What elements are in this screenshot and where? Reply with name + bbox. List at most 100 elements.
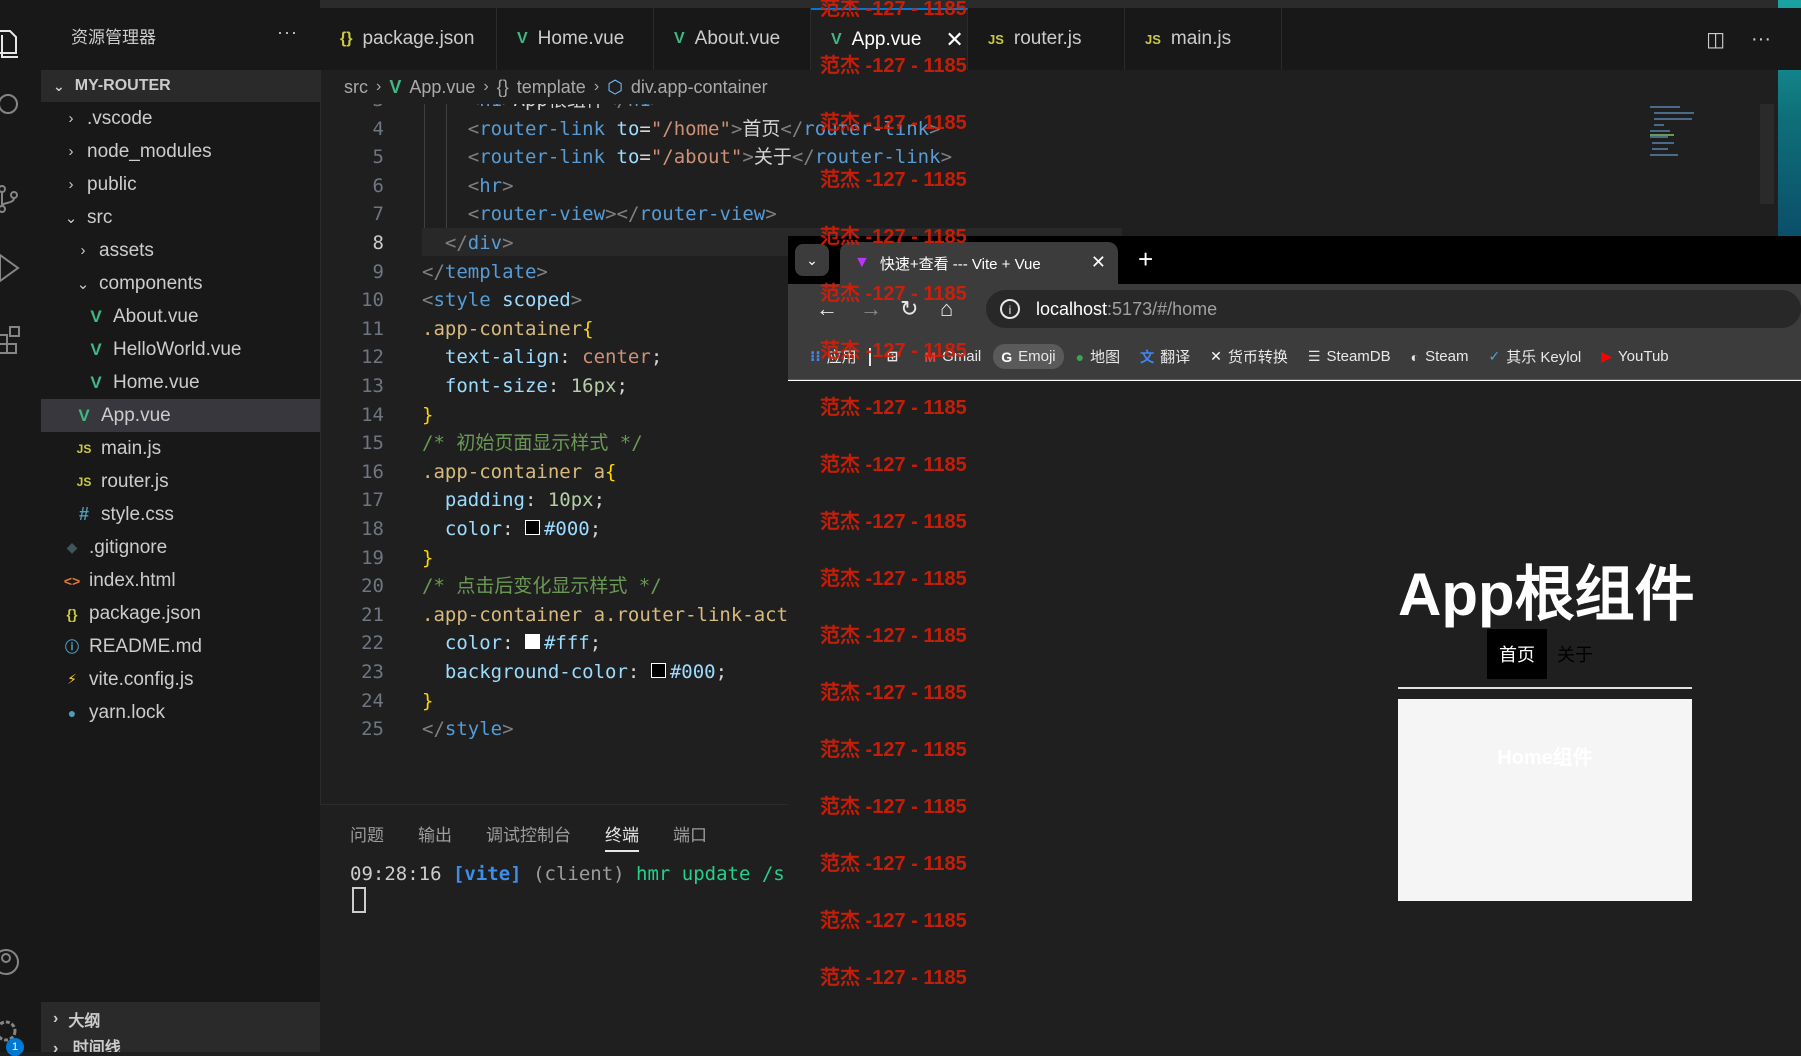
- json-file-icon: {}: [66, 605, 78, 622]
- browser-tab[interactable]: ▼ 快速+查看 --- Vite + Vue ✕: [840, 242, 1118, 284]
- more-actions-icon[interactable]: ···: [277, 22, 298, 43]
- chevron-right-icon: ›: [376, 78, 382, 95]
- minimap[interactable]: [1650, 104, 1730, 164]
- tree-item[interactable]: V Home.vue: [41, 366, 320, 399]
- js-icon: JS: [988, 31, 1004, 47]
- reload-icon[interactable]: ↻: [900, 296, 918, 322]
- js-file-icon: JS: [76, 441, 92, 456]
- tree-item[interactable]: {} package.json: [41, 597, 320, 630]
- bookmark-grid[interactable]: ⊞: [887, 348, 905, 365]
- tree-item[interactable]: V App.vue: [41, 399, 320, 432]
- sidebar-header: 资源管理器 ···: [41, 0, 320, 70]
- code-line: 10 <style scoped>: [320, 286, 790, 314]
- home-component-text: Home组件: [1497, 747, 1593, 769]
- tree-item[interactable]: ⌄ components: [41, 267, 320, 300]
- tree-item[interactable]: JS router.js: [41, 465, 320, 498]
- nav-link-about[interactable]: 关于: [1547, 629, 1603, 679]
- element-icon: ⬡: [607, 76, 623, 97]
- tab-debug-console[interactable]: 调试控制台: [486, 821, 571, 852]
- tree-item[interactable]: ⌄ src: [41, 201, 320, 234]
- chevron-down-icon: ⌄: [53, 77, 65, 94]
- explorer-icon[interactable]: [0, 22, 41, 66]
- bookmark-apps[interactable]: ⁝⁝ 应用: [810, 346, 857, 367]
- code-line: 17 padding: 10px;: [320, 486, 790, 514]
- bookmark-keylol[interactable]: ✓ 其乐 Keylol: [1488, 346, 1581, 367]
- chevron-right-icon: ›: [80, 242, 86, 259]
- account-icon[interactable]: [0, 940, 41, 984]
- tree-item[interactable]: <> index.html: [41, 564, 320, 597]
- tree-item[interactable]: ⚡ vite.config.js: [41, 663, 320, 696]
- line-number: 24: [361, 689, 384, 712]
- forward-icon[interactable]: →: [860, 296, 882, 322]
- tree-item[interactable]: V HelloWorld.vue: [41, 333, 320, 366]
- site-info-icon[interactable]: i: [1000, 299, 1020, 319]
- project-name: MY-ROUTER: [74, 77, 171, 94]
- tree-item[interactable]: › public: [41, 168, 320, 201]
- new-tab-icon[interactable]: +: [1138, 244, 1153, 275]
- tree-item[interactable]: ● yarn.lock: [41, 696, 320, 729]
- code-text: <router-link to="/home">首页</router-link>: [467, 117, 941, 140]
- split-editor-icon[interactable]: ◫: [1706, 27, 1725, 52]
- tab-search-icon[interactable]: ⌄: [795, 244, 829, 276]
- bookmark-steam[interactable]: ◐ Steam: [1411, 348, 1469, 365]
- address-bar[interactable]: i localhost:5173/#/home: [986, 290, 1801, 328]
- tab-home-vue[interactable]: V Home.vue: [497, 8, 654, 70]
- tree-item[interactable]: › .vscode: [41, 102, 320, 135]
- breadcrumb-item[interactable]: div.app-container: [631, 77, 768, 98]
- search-icon[interactable]: [0, 84, 41, 128]
- tab-problems[interactable]: 问题: [350, 821, 384, 852]
- tab-main-js[interactable]: JS main.js: [1125, 8, 1282, 70]
- code-text: }: [422, 546, 434, 569]
- js-icon: JS: [1145, 31, 1161, 47]
- tab-ports[interactable]: 端口: [673, 821, 707, 852]
- outline-section[interactable]: › 大纲: [41, 1002, 320, 1036]
- info-file-icon: ⓘ: [65, 638, 79, 655]
- tree-item[interactable]: # style.css: [41, 498, 320, 531]
- bookmark-label: 应用: [826, 349, 857, 366]
- home-icon[interactable]: ⌂: [940, 296, 953, 322]
- bookmark-steamdb[interactable]: ☰ SteamDB: [1308, 348, 1391, 365]
- breadcrumb-item[interactable]: template: [517, 77, 586, 98]
- bookmark-gmail[interactable]: M Gmail: [924, 348, 981, 365]
- bookmark-maps[interactable]: ● 地图: [1076, 346, 1120, 367]
- bookmark-emoji[interactable]: G Emoji: [993, 344, 1064, 369]
- source-control-icon[interactable]: [0, 176, 41, 220]
- run-debug-icon[interactable]: [0, 246, 41, 290]
- tab-output[interactable]: 输出: [418, 821, 452, 852]
- activity-bar: 1: [0, 0, 42, 1056]
- back-icon[interactable]: ←: [816, 296, 838, 322]
- extensions-icon[interactable]: [0, 318, 41, 362]
- terminal-output[interactable]: 09:28:16 [vite] (client) hmr update /src: [350, 863, 808, 885]
- tab-app-vue[interactable]: V App.vue ✕: [811, 8, 968, 70]
- line-number: 15: [361, 432, 384, 455]
- bookmark-youtube[interactable]: ▶ YouTub: [1601, 348, 1668, 365]
- more-actions-icon[interactable]: ···: [1751, 28, 1771, 51]
- timeline-section[interactable]: › 时间线: [41, 1036, 320, 1052]
- tab-package-json[interactable]: {} package.json: [320, 8, 497, 70]
- breadcrumb-item[interactable]: App.vue: [409, 77, 475, 98]
- tab-router-js[interactable]: JS router.js: [968, 8, 1125, 70]
- tree-item[interactable]: › assets: [41, 234, 320, 267]
- editor-actions: ◫ ···: [1706, 8, 1801, 70]
- close-icon[interactable]: ✕: [945, 27, 963, 53]
- tree-item-label: HelloWorld.vue: [113, 338, 242, 360]
- nav-link-home[interactable]: 首页: [1487, 629, 1547, 679]
- braces-icon: {}: [496, 76, 509, 97]
- tab-about-vue[interactable]: V About.vue: [654, 8, 811, 70]
- tree-item[interactable]: ◆ .gitignore: [41, 531, 320, 564]
- bookmark-translate[interactable]: 文翻译: [1140, 346, 1190, 367]
- editor-scrollbar[interactable]: [1760, 104, 1774, 204]
- close-icon[interactable]: ✕: [1091, 252, 1106, 273]
- tree-item[interactable]: JS main.js: [41, 432, 320, 465]
- youtube-icon: ▶: [1601, 348, 1613, 364]
- tree-item-label: package.json: [89, 602, 201, 624]
- vite-file-icon: ⚡: [67, 671, 77, 687]
- bookmark-currency[interactable]: ✕ 货币转换: [1210, 346, 1288, 367]
- project-root[interactable]: ⌄ MY-ROUTER: [41, 70, 320, 102]
- tab-terminal[interactable]: 终端: [605, 821, 639, 852]
- tree-item[interactable]: › node_modules: [41, 135, 320, 168]
- breadcrumb-item[interactable]: src: [344, 77, 368, 98]
- tree-item[interactable]: V About.vue: [41, 300, 320, 333]
- vue-icon: V: [831, 31, 842, 48]
- tree-item[interactable]: ⓘ README.md: [41, 630, 320, 663]
